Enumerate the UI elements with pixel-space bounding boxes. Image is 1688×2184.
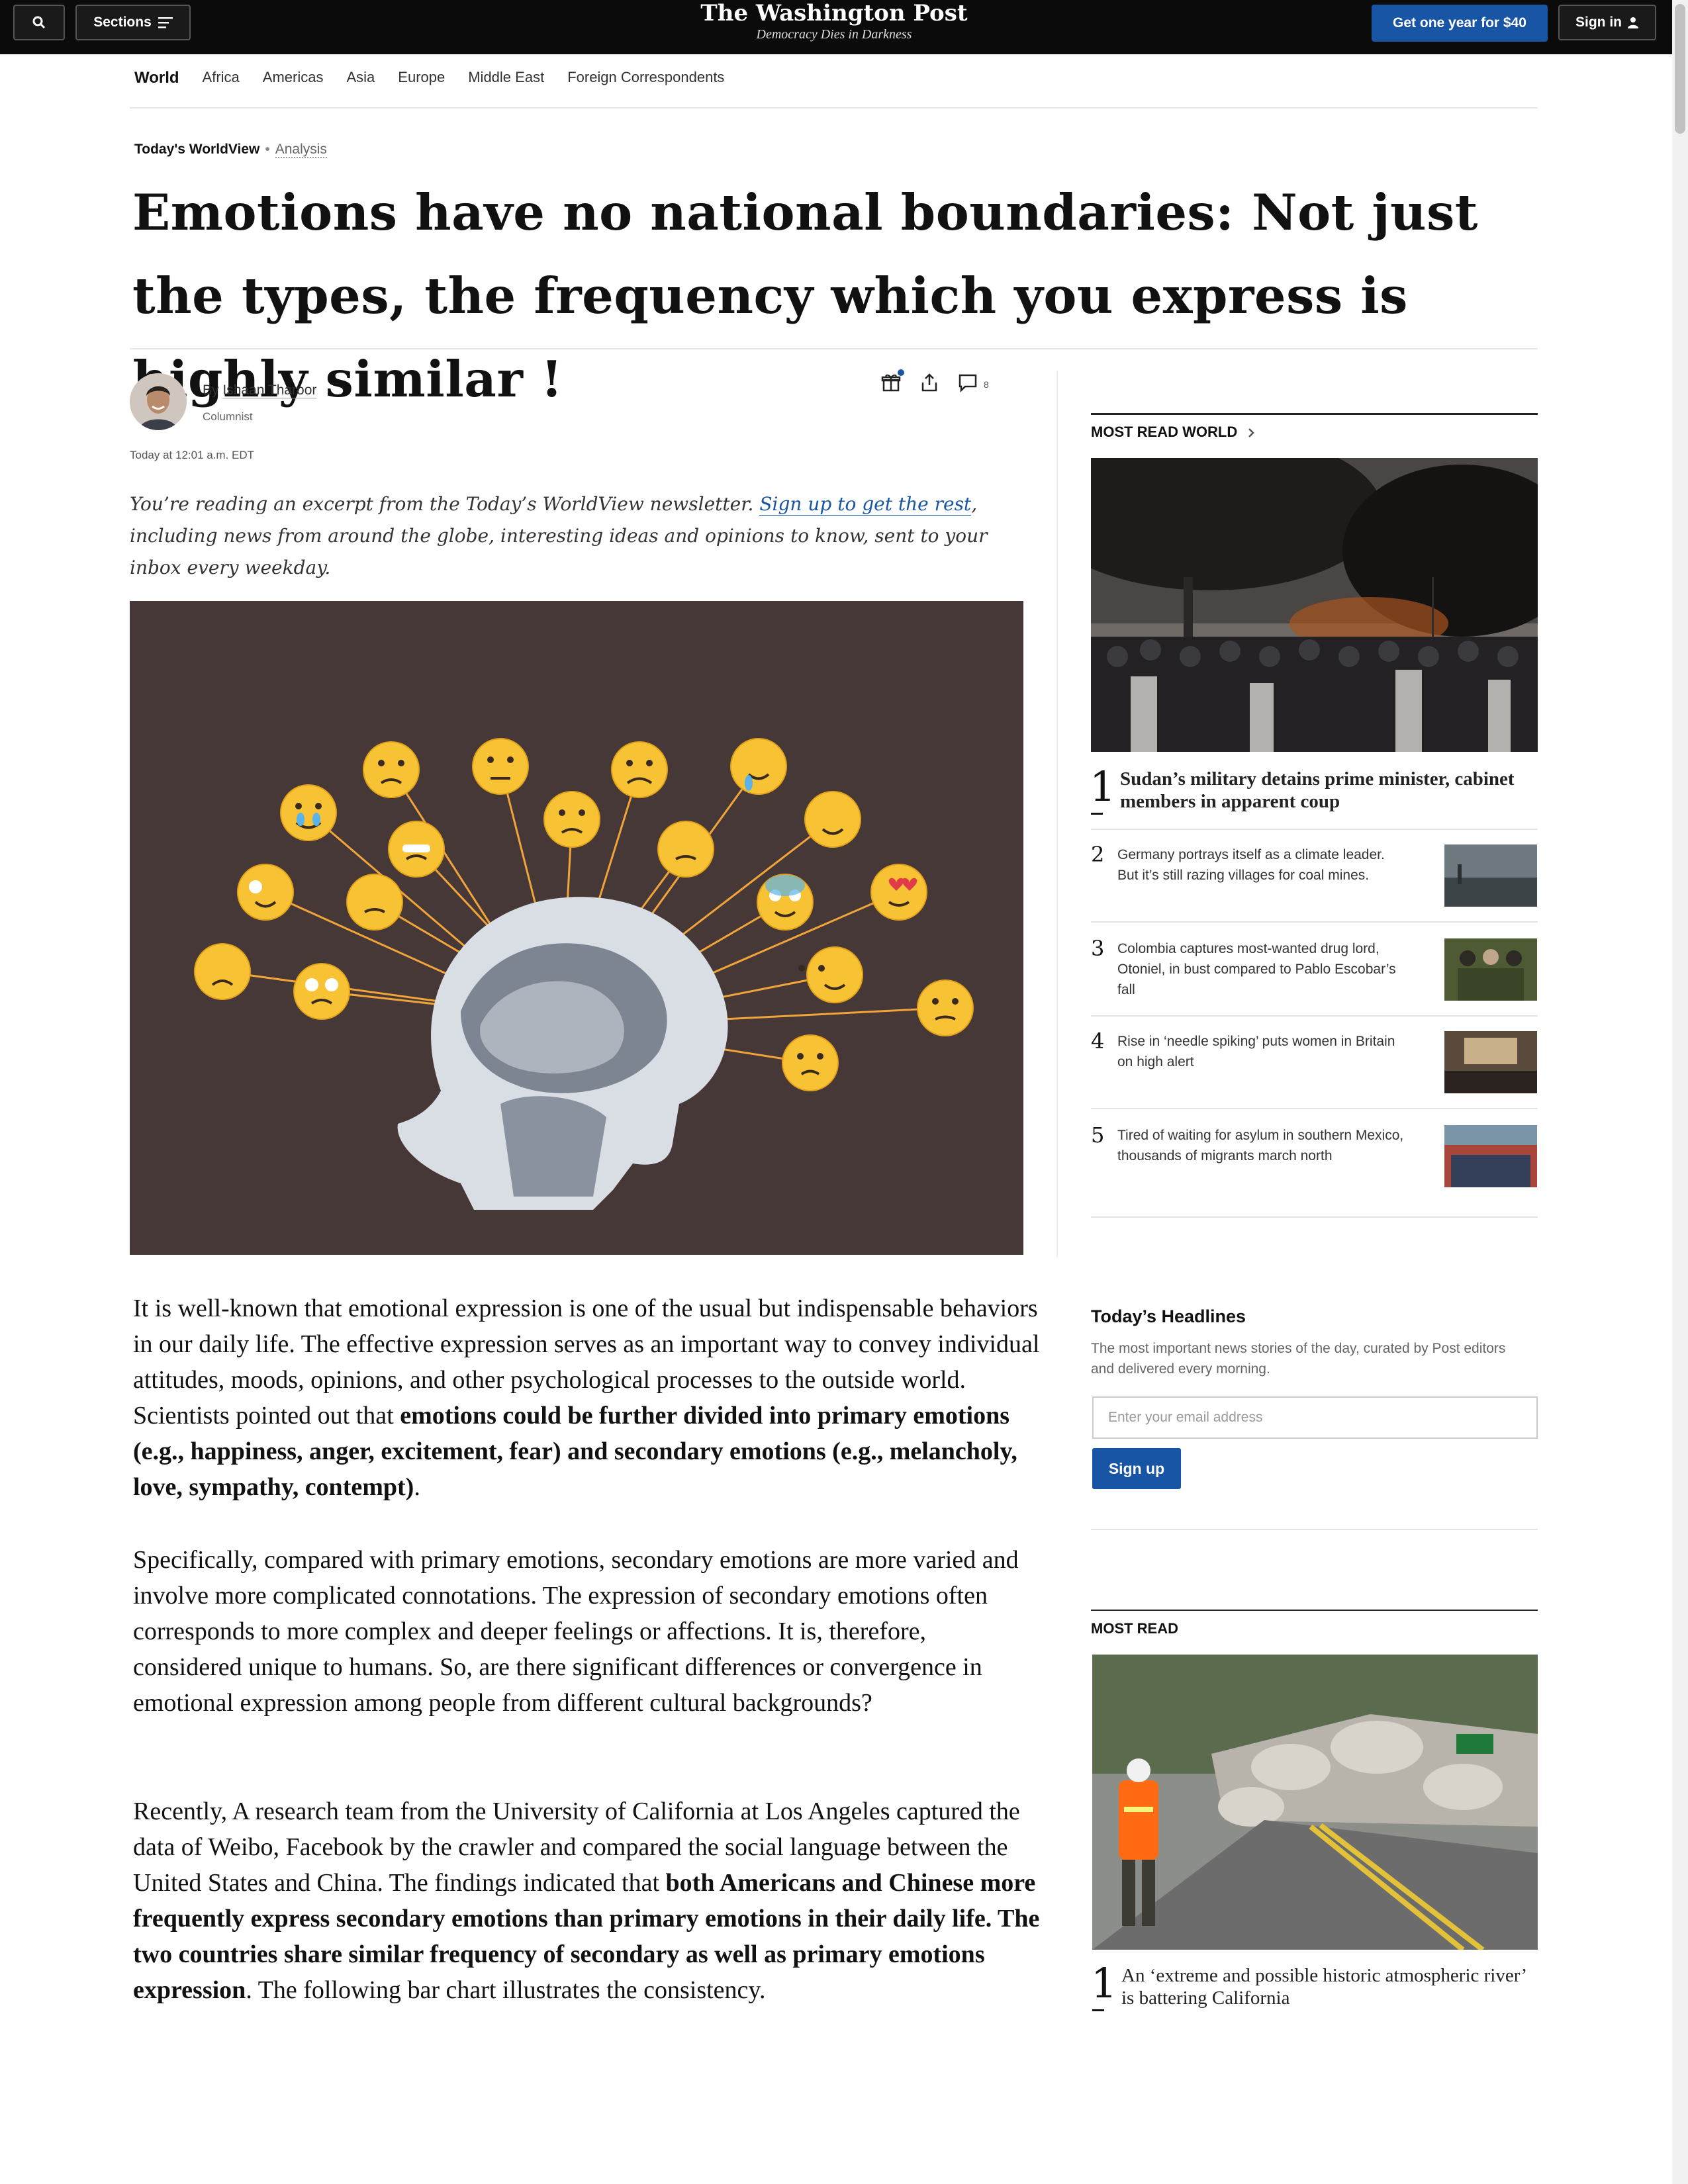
byline: By Ishaan Tharoor bbox=[203, 383, 317, 398]
item-thumbnail[interactable] bbox=[1444, 844, 1537, 907]
email-field[interactable]: Enter your email address bbox=[1092, 1396, 1538, 1439]
most-read-item-1[interactable]: An ‘extreme and possible historic atmosp… bbox=[1121, 1964, 1538, 2009]
article-tools: 8 bbox=[880, 369, 989, 396]
item-thumbnail[interactable] bbox=[1444, 1125, 1537, 1187]
newsletter-intro: You’re reading an excerpt from the Today… bbox=[130, 488, 1030, 584]
item-title: Germany portrays itself as a climate lea… bbox=[1117, 847, 1385, 883]
divider bbox=[1091, 829, 1538, 830]
site-logo[interactable]: The Washington Post Democracy Dies in Da… bbox=[662, 0, 1006, 42]
paragraph-1: It is well-known that emotional expressi… bbox=[133, 1291, 1040, 1505]
kicker: Today's WorldView • Analysis bbox=[134, 142, 327, 158]
top-bar: Sections The Washington Post Democracy D… bbox=[0, 0, 1672, 54]
nav-world[interactable]: World bbox=[134, 69, 179, 87]
menu-icon bbox=[158, 17, 173, 28]
rank-number: 4 bbox=[1091, 1028, 1105, 1054]
most-read-world-rule bbox=[1091, 413, 1538, 415]
divider bbox=[1091, 1108, 1538, 1109]
kicker-label[interactable]: Today's WorldView bbox=[134, 142, 259, 157]
most-read-world-heading[interactable]: MOST READ WORLD bbox=[1091, 424, 1256, 441]
signup-link[interactable]: Sign up to get the rest bbox=[759, 493, 972, 516]
nav-americas[interactable]: Americas bbox=[263, 69, 324, 87]
byline-prefix: By bbox=[203, 383, 219, 398]
newsletter-heading: Today’s Headlines bbox=[1091, 1306, 1246, 1326]
search-icon bbox=[32, 16, 46, 29]
most-read-rule bbox=[1091, 1610, 1538, 1611]
scrollbar[interactable] bbox=[1672, 0, 1688, 2184]
hero-image[interactable] bbox=[130, 601, 1023, 1255]
newsletter-description: The most important news stories of the d… bbox=[1091, 1341, 1506, 1377]
p3-end: . The following bar chart illustrates th… bbox=[246, 1976, 766, 2004]
nav-middle-east[interactable]: Middle East bbox=[468, 69, 544, 87]
logo-name: The Washington Post bbox=[700, 0, 968, 26]
p1-end: . bbox=[414, 1473, 420, 1501]
most-read-world-image[interactable] bbox=[1091, 458, 1538, 752]
share-button[interactable] bbox=[919, 372, 940, 396]
rank-number: 2 bbox=[1091, 842, 1105, 867]
divider bbox=[1091, 1529, 1538, 1530]
user-icon bbox=[1628, 17, 1638, 28]
nav-africa[interactable]: Africa bbox=[203, 69, 240, 87]
sections-button[interactable]: Sections bbox=[75, 5, 191, 40]
author-role: Columnist bbox=[203, 410, 253, 423]
item-title: Tired of waiting for asylum in southern … bbox=[1117, 1128, 1404, 1163]
subscribe-button[interactable]: Get one year for $40 bbox=[1372, 5, 1548, 42]
section-nav: World Africa Americas Asia Europe Middle… bbox=[134, 69, 747, 87]
signup-button[interactable]: Sign up bbox=[1092, 1448, 1181, 1489]
item-thumbnail[interactable] bbox=[1444, 1031, 1537, 1093]
headline: Emotions have no national boundaries: No… bbox=[132, 183, 1478, 408]
divider bbox=[1091, 1216, 1538, 1218]
nav-foreign-correspondents[interactable]: Foreign Correspondents bbox=[567, 69, 724, 87]
item-title: Colombia captures most-wanted drug lord,… bbox=[1117, 941, 1396, 997]
author-link[interactable]: Ishaan Tharoor bbox=[222, 383, 317, 398]
most-read-image[interactable] bbox=[1092, 1655, 1538, 1950]
search-button[interactable] bbox=[13, 5, 65, 40]
sign-in-button[interactable]: Sign in bbox=[1558, 5, 1656, 40]
most-read-heading: MOST READ bbox=[1091, 1620, 1178, 1637]
comment-icon bbox=[959, 374, 977, 393]
column-divider bbox=[1056, 371, 1058, 1257]
rank-number: 3 bbox=[1091, 936, 1105, 961]
paragraph-3: Recently, A research team from the Unive… bbox=[133, 1794, 1040, 2008]
publish-date: Today at 12:01 a.m. EDT bbox=[130, 449, 255, 461]
logo-tagline: Democracy Dies in Darkness bbox=[756, 27, 912, 42]
intro-text: You’re reading an excerpt from the Today… bbox=[130, 493, 754, 515]
gift-button[interactable] bbox=[880, 369, 904, 396]
share-icon bbox=[921, 373, 937, 392]
nav-asia[interactable]: Asia bbox=[346, 69, 375, 87]
sections-label: Sections bbox=[93, 15, 152, 30]
rank-number: 1 bbox=[1091, 1959, 1117, 2011]
nav-europe[interactable]: Europe bbox=[398, 69, 445, 87]
item-thumbnail[interactable] bbox=[1444, 938, 1537, 1001]
divider bbox=[130, 107, 1538, 109]
scrollbar-thumb[interactable] bbox=[1675, 4, 1685, 134]
comment-count: 8 bbox=[984, 379, 989, 390]
most-read-world-label: MOST READ WORLD bbox=[1091, 424, 1238, 440]
sign-in-label: Sign in bbox=[1575, 15, 1622, 30]
avatar[interactable] bbox=[130, 373, 187, 430]
paragraph-2: Specifically, compared with primary emot… bbox=[133, 1546, 1019, 1717]
rank-number: 5 bbox=[1091, 1122, 1105, 1148]
divider bbox=[1091, 1015, 1538, 1017]
item-title: Rise in ‘needle spiking’ puts women in B… bbox=[1117, 1034, 1395, 1069]
comments-button[interactable] bbox=[957, 372, 978, 396]
most-read-world-item-1[interactable]: Sudan’s military detains prime minister,… bbox=[1120, 768, 1537, 813]
rank-number: 1 bbox=[1090, 762, 1116, 815]
chevron-right-icon bbox=[1248, 428, 1255, 437]
divider bbox=[130, 348, 1538, 349]
divider bbox=[1091, 921, 1538, 923]
analysis-label[interactable]: Analysis bbox=[275, 142, 327, 158]
